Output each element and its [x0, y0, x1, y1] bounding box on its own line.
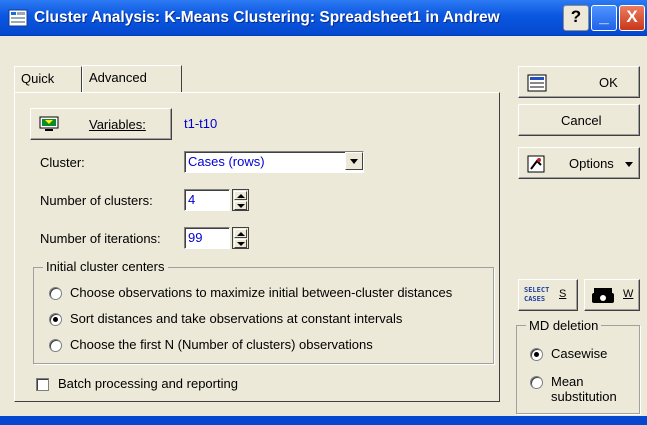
cancel-label: Cancel	[561, 113, 602, 128]
radio-casewise[interactable]	[530, 348, 543, 361]
radio-casewise-label[interactable]: Casewise	[551, 346, 607, 361]
radio-constant-intervals-label[interactable]: Sort distances and take observations at …	[70, 311, 402, 326]
app-icon	[8, 9, 28, 27]
select-cases-label: S	[559, 288, 567, 300]
cluster-select-arrow[interactable]	[345, 152, 363, 170]
radio-maximize-distances-label[interactable]: Choose observations to maximize initial …	[70, 285, 452, 300]
spinner-up[interactable]	[234, 229, 247, 238]
cluster-label: Cluster:	[40, 155, 85, 170]
down-arrow-icon	[237, 204, 245, 208]
up-arrow-icon	[237, 194, 245, 198]
select-cases-button[interactable]: SELECT CASES S	[518, 279, 578, 311]
num-clusters-label: Number of clusters:	[40, 193, 153, 208]
ok-button[interactable]: OK	[518, 66, 640, 98]
cluster-select[interactable]: Cases (rows)	[184, 151, 364, 173]
window-title: Cluster Analysis: K-Means Clustering: Sp…	[34, 9, 500, 26]
variables-value: t1-t10	[184, 116, 218, 131]
radio-mean-substitution[interactable]	[530, 376, 543, 389]
radio-constant-intervals[interactable]	[49, 313, 62, 326]
ok-icon	[527, 74, 547, 92]
options-icon	[527, 155, 545, 173]
radio-first-n-label[interactable]: Choose the first N (Number of clusters) …	[70, 337, 373, 352]
radio-maximize-distances[interactable]	[49, 287, 62, 300]
cancel-button[interactable]: Cancel	[518, 104, 640, 136]
num-clusters-input[interactable]: 4	[184, 189, 230, 211]
radio-selected-dot	[534, 352, 539, 357]
help-button[interactable]: ?	[563, 5, 589, 31]
tab-quick[interactable]: Quick	[14, 66, 82, 92]
batch-checkbox[interactable]	[36, 378, 49, 391]
window-bottom-border	[0, 416, 647, 425]
spinner-up[interactable]	[234, 191, 247, 200]
variables-icon	[39, 116, 59, 131]
spinner-down[interactable]	[234, 239, 247, 248]
variables-button[interactable]: Variables:	[30, 108, 172, 140]
select-cases-icon: SELECT CASES	[524, 286, 550, 303]
variables-label: Variables:	[89, 117, 146, 132]
weight-button[interactable]: W	[584, 279, 640, 311]
up-arrow-icon	[237, 232, 245, 236]
options-button[interactable]: Options	[518, 147, 640, 179]
title-bar: Cluster Analysis: K-Means Clustering: Sp…	[0, 0, 647, 36]
num-iterations-label: Number of iterations:	[40, 231, 161, 246]
tab-advanced[interactable]: Advanced	[82, 65, 182, 92]
minimize-button[interactable]: _	[591, 5, 617, 31]
md-deletion-title: MD deletion	[526, 318, 602, 333]
radio-selected-dot	[53, 317, 58, 322]
num-iterations-spinner[interactable]	[232, 227, 249, 249]
cluster-select-value: Cases (rows)	[188, 154, 265, 169]
close-button[interactable]: X	[619, 5, 645, 31]
radio-mean-substitution-label[interactable]: Mean substitution	[551, 374, 631, 404]
chevron-down-icon	[625, 162, 633, 167]
initial-cluster-centers-title: Initial cluster centers	[43, 259, 168, 274]
down-arrow-icon	[237, 242, 245, 246]
ok-label: OK	[599, 75, 618, 90]
weight-icon	[592, 288, 614, 303]
spinner-down[interactable]	[234, 201, 247, 210]
options-label: Options	[569, 156, 614, 171]
chevron-down-icon	[350, 159, 358, 164]
batch-label[interactable]: Batch processing and reporting	[58, 376, 238, 391]
radio-first-n[interactable]	[49, 339, 62, 352]
num-clusters-spinner[interactable]	[232, 189, 249, 211]
num-iterations-input[interactable]: 99	[184, 227, 230, 249]
weight-label: W	[623, 288, 634, 300]
